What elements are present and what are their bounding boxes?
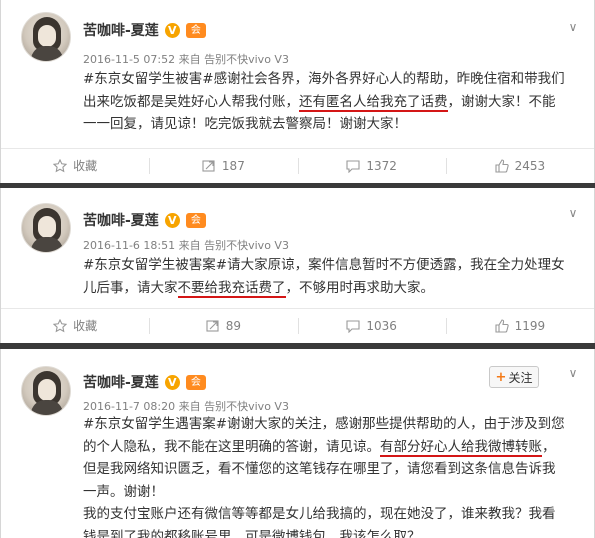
post-meta: 2016-11-7 08:20 来自 告别不快vivo V3 bbox=[83, 400, 289, 413]
author-name[interactable]: 苦咖啡-夏莲 bbox=[83, 372, 159, 392]
collect-button[interactable]: 收藏 bbox=[1, 309, 149, 342]
forward-count: 89 bbox=[225, 318, 242, 333]
author-name[interactable]: 苦咖啡-夏莲 bbox=[83, 20, 159, 40]
member-icon: 会 bbox=[185, 374, 206, 390]
chevron-down-icon[interactable]: ∨ bbox=[566, 206, 580, 220]
post-text: #东京女留学生遇害案#谢谢大家的关注，感谢那些提供帮助的人，由于涉及到您 的个人隐… bbox=[83, 413, 583, 538]
post-text-line: #东京女留学生被害案#请大家原谅，案件信息暂时不方便透露，我在全力处理女 bbox=[83, 254, 583, 277]
star-icon bbox=[53, 318, 68, 332]
like-count: 1199 bbox=[514, 318, 546, 333]
post-text-line: 儿后事，请大家不要给我充话费了，不够用时再求助大家。 bbox=[83, 277, 583, 300]
collect-label: 收藏 bbox=[73, 319, 98, 333]
avatar[interactable] bbox=[21, 203, 71, 253]
star-icon bbox=[53, 158, 68, 172]
author-row: 苦咖啡-夏莲 V 会 bbox=[83, 210, 206, 230]
comment-button[interactable]: 1372 bbox=[297, 149, 446, 182]
forward-button[interactable]: 187 bbox=[149, 149, 297, 182]
post-text: #东京女留学生被害#感谢社会各界，海外各界好心人的帮助，昨晚住宿和带我们 出来吃饭… bbox=[83, 68, 583, 136]
text-segment: ，谢谢大家！不能 bbox=[447, 93, 556, 110]
author-name[interactable]: 苦咖啡-夏莲 bbox=[83, 210, 159, 230]
like-count: 2453 bbox=[514, 158, 546, 173]
post-meta: 2016-11-6 18:51 来自 告别不快vivo V3 bbox=[83, 239, 289, 252]
highlighted-text: 不要给我充话费了 bbox=[177, 279, 286, 298]
follow-button[interactable]: + 关注 bbox=[489, 366, 539, 388]
forward-button[interactable]: 89 bbox=[149, 309, 297, 342]
text-segment: ，不够用时再求助大家。 bbox=[285, 279, 435, 296]
weibo-post-2: 苦咖啡-夏莲 V 会 2016-11-6 18:51 来自 告别不快vivo V… bbox=[0, 188, 595, 343]
text-segment: 但是我网络知识匮乏，看不懂您的这笔钱存在哪里了，请您看到这条信息告诉我 bbox=[83, 461, 556, 477]
post-meta: 2016-11-5 07:52 来自 告别不快vivo V3 bbox=[83, 53, 289, 66]
thumbs-up-icon bbox=[495, 318, 509, 333]
post-text-line: 出来吃饭都是吴姓好心人帮我付账，还有匿名人给我充了话费，谢谢大家！不能 bbox=[83, 91, 583, 114]
text-segment: 我的支付宝账户还有微信等等都是女儿给我搞的，现在她没了，谁来教我？我看 bbox=[83, 506, 556, 522]
member-icon: 会 bbox=[185, 212, 206, 228]
action-bar: 收藏 187 1372 2453 bbox=[1, 148, 594, 182]
text-segment: #东京女留学生被害案#请大家原谅，案件信息暂时不方便透露，我在全力处理女 bbox=[83, 257, 565, 273]
comment-icon bbox=[346, 319, 360, 333]
text-segment: 钱是到了我的都移账号里，可是微博钱包，我该怎么取？ bbox=[83, 528, 421, 538]
action-bar: 收藏 89 1036 1199 bbox=[1, 308, 594, 342]
text-segment: ， bbox=[542, 438, 556, 455]
collect-label: 收藏 bbox=[73, 159, 98, 173]
post-text-line: 一声。谢谢！ bbox=[83, 481, 583, 504]
follow-label: 关注 bbox=[508, 370, 533, 385]
like-button[interactable]: 2453 bbox=[445, 149, 594, 182]
avatar[interactable] bbox=[21, 12, 71, 62]
forward-icon bbox=[206, 319, 219, 332]
verified-icon: V bbox=[164, 22, 180, 38]
author-row: 苦咖啡-夏莲 V 会 bbox=[83, 372, 206, 392]
member-icon: 会 bbox=[185, 22, 206, 38]
comment-count: 1372 bbox=[366, 158, 397, 173]
text-segment: 一声。谢谢！ bbox=[83, 483, 164, 500]
author-row: 苦咖啡-夏莲 V 会 bbox=[83, 20, 206, 40]
verified-icon: V bbox=[164, 374, 180, 390]
comment-count: 1036 bbox=[366, 318, 397, 333]
highlighted-text: 有部分好心人给我微博转账 bbox=[380, 438, 542, 457]
post-text: #东京女留学生被害案#请大家原谅，案件信息暂时不方便透露，我在全力处理女 儿后事，… bbox=[83, 254, 583, 299]
verified-icon: V bbox=[164, 212, 180, 228]
post-text-line: #东京女留学生被害#感谢社会各界，海外各界好心人的帮助，昨晚住宿和带我们 bbox=[83, 68, 583, 91]
post-text-line: 我的支付宝账户还有微信等等都是女儿给我搞的，现在她没了，谁来教我？我看 bbox=[83, 503, 583, 526]
like-button[interactable]: 1199 bbox=[445, 309, 594, 342]
post-text-line: 但是我网络知识匮乏，看不懂您的这笔钱存在哪里了，请您看到这条信息告诉我 bbox=[83, 458, 583, 481]
forward-icon bbox=[202, 159, 215, 172]
collect-button[interactable]: 收藏 bbox=[1, 149, 149, 182]
post-text-line: 一一回复，请见谅！吃完饭我就去警察局！谢谢大家！ bbox=[83, 113, 583, 136]
post-text-line: 的个人隐私，我不能在这里明确的答谢，请见谅。有部分好心人给我微博转账， bbox=[83, 436, 583, 459]
comment-button[interactable]: 1036 bbox=[297, 309, 446, 342]
forward-count: 187 bbox=[221, 158, 245, 173]
highlighted-text: 还有匿名人给我充了话费 bbox=[299, 93, 448, 112]
chevron-down-icon[interactable]: ∨ bbox=[566, 20, 580, 34]
text-segment: #东京女留学生被害#感谢社会各界，海外各界好心人的帮助，昨晚住宿和带我们 bbox=[83, 71, 565, 87]
text-segment: 儿后事，请大家 bbox=[83, 279, 178, 296]
post-text-line: #东京女留学生遇害案#谢谢大家的关注，感谢那些提供帮助的人，由于涉及到您 bbox=[83, 413, 583, 436]
plus-icon: + bbox=[495, 369, 507, 385]
text-segment: 一一回复，请见谅！吃完饭我就去警察局！谢谢大家！ bbox=[83, 116, 407, 132]
thumbs-up-icon bbox=[495, 158, 509, 173]
text-segment: 出来吃饭都是吴姓好心人帮我付账， bbox=[83, 93, 299, 110]
post-text-line: 钱是到了我的都移账号里，可是微博钱包，我该怎么取？ bbox=[83, 526, 583, 538]
text-segment: 的个人隐私，我不能在这里明确的答谢，请见谅。 bbox=[83, 438, 380, 455]
text-segment: #东京女留学生遇害案#谢谢大家的关注，感谢那些提供帮助的人，由于涉及到您 bbox=[83, 416, 565, 432]
weibo-post-1: 苦咖啡-夏莲 V 会 2016-11-5 07:52 来自 告别不快vivo V… bbox=[0, 0, 595, 183]
avatar[interactable] bbox=[21, 366, 71, 416]
comment-icon bbox=[346, 159, 360, 173]
chevron-down-icon[interactable]: ∨ bbox=[566, 366, 580, 380]
